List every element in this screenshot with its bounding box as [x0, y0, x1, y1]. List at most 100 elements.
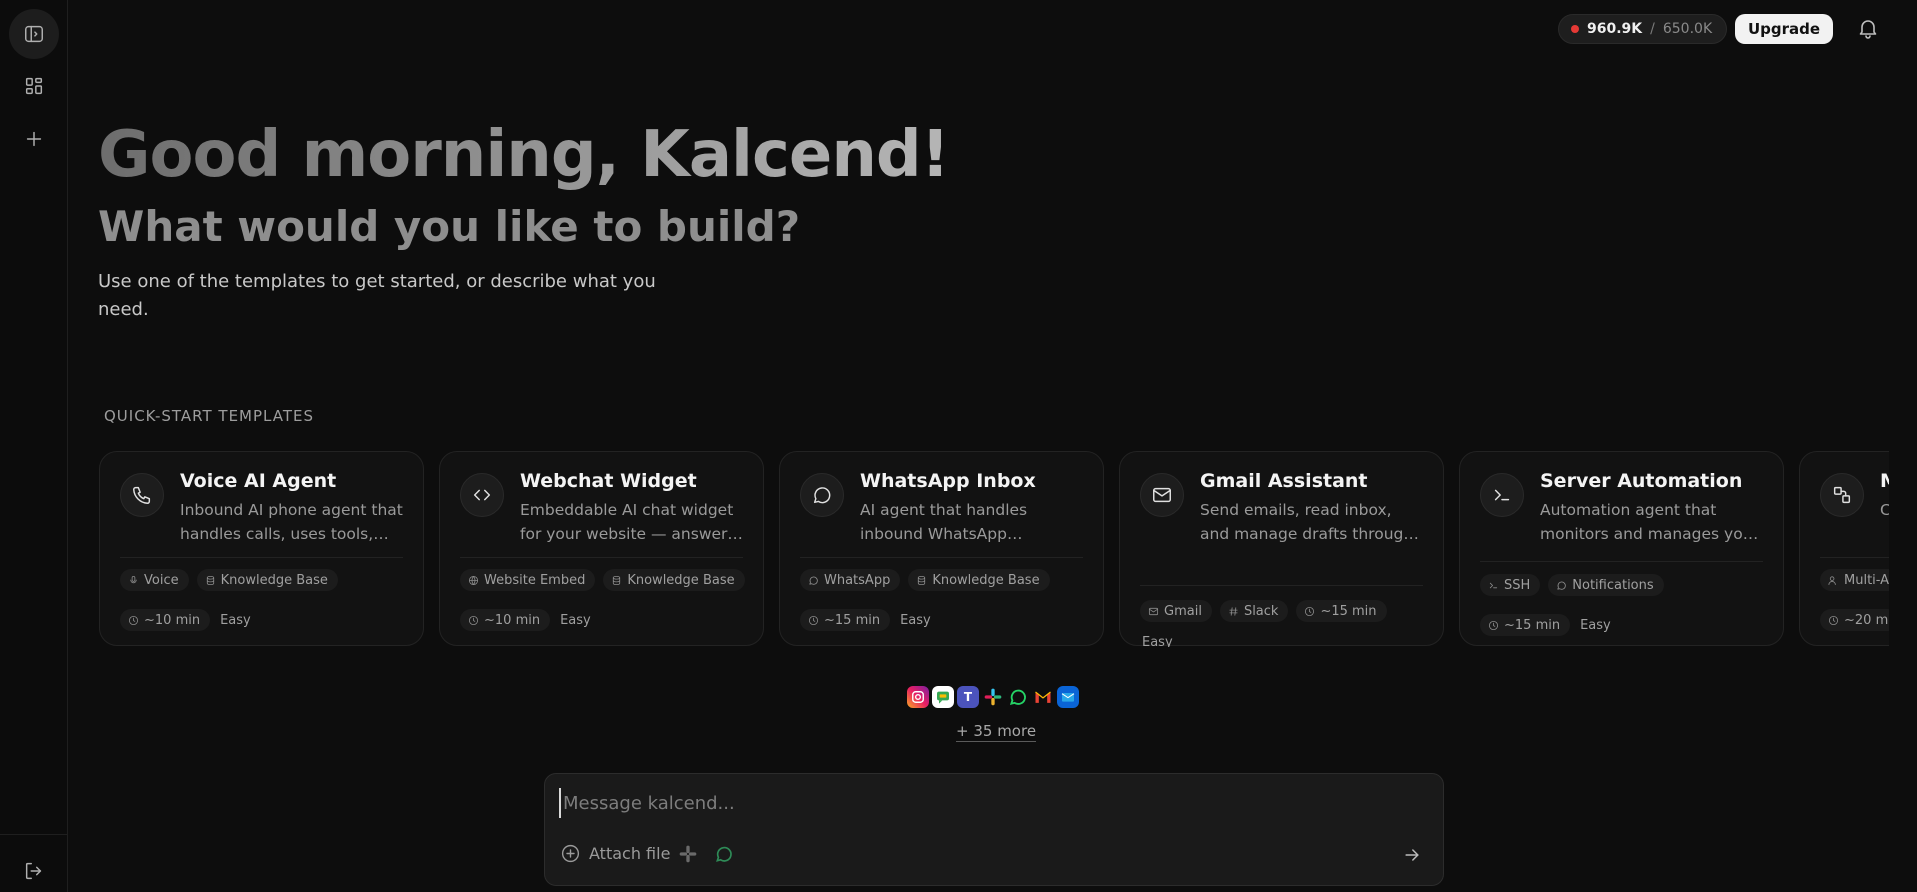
mail-icon	[1153, 487, 1171, 503]
template-card[interactable]: Voice AI Agent Inbound AI phone agent tha…	[99, 451, 424, 646]
hash-icon	[1229, 606, 1238, 616]
message-input[interactable]	[559, 788, 1419, 818]
template-card[interactable]: Gmail Assistant Send emails, read inbox, …	[1119, 451, 1444, 648]
mail-icon	[1148, 607, 1159, 615]
template-tags: SSH Notifications ~15 min Easy	[1480, 574, 1767, 636]
chat-bubble-icon	[813, 487, 831, 504]
tag-chip: Knowledge Base	[196, 569, 338, 591]
templates-section-label: QUICK-START TEMPLATES	[104, 407, 314, 425]
clock-icon	[1488, 620, 1499, 630]
tag-chip: Knowledge Base	[603, 569, 745, 591]
page-subtitle: What would you like to build?	[98, 202, 801, 251]
integrations-row: T	[907, 686, 1079, 708]
time-estimate-chip: ~10 min	[460, 609, 551, 631]
credits-badge[interactable]: 960.9K / 650.0K	[1558, 14, 1728, 44]
code-icon	[473, 489, 491, 501]
template-icon	[1480, 473, 1524, 517]
template-icon	[800, 473, 844, 517]
tag-chip: WhatsApp	[800, 569, 901, 591]
card-divider	[1140, 585, 1423, 586]
template-description: Embeddable AI chat widget for your websi…	[520, 501, 736, 543]
slack-icon[interactable]	[982, 686, 1004, 708]
teams-icon[interactable]: T	[957, 686, 979, 708]
grid-icon	[25, 77, 43, 95]
difficulty-label: Easy	[1142, 634, 1173, 648]
template-card[interactable]: Webchat Widget Embeddable AI chat widget …	[439, 451, 764, 646]
template-icon	[120, 473, 164, 517]
credits-used: 960.9K	[1587, 21, 1643, 37]
time-estimate-chip: ~15 min	[1296, 600, 1387, 622]
clock-icon	[808, 615, 819, 625]
sidebar-item-dashboard[interactable]	[9, 61, 59, 111]
database-icon	[918, 575, 926, 585]
template-title: Gmail Assistant	[1200, 470, 1368, 492]
more-integrations-link[interactable]: + 35 more	[956, 722, 1037, 742]
composer-slack-icon[interactable]	[677, 843, 699, 865]
google-chat-icon[interactable]	[932, 686, 954, 708]
arrow-right-icon	[1405, 849, 1419, 861]
terminal-icon	[1489, 582, 1498, 588]
attach-file-button[interactable]: Attach file	[560, 843, 670, 864]
time-estimate-chip: ~15 min	[800, 609, 891, 631]
sidebar	[0, 0, 68, 892]
gmail-icon[interactable]	[1032, 686, 1054, 708]
chat-bubble-icon	[1557, 581, 1567, 590]
difficulty-label: Easy	[220, 612, 251, 628]
time-estimate-chip: ~15 min	[1480, 614, 1571, 636]
composer-whatsapp-icon[interactable]	[713, 843, 735, 865]
send-button[interactable]	[1397, 840, 1427, 870]
bell-icon	[1859, 20, 1877, 39]
plus-circle-icon	[561, 844, 580, 863]
template-description: Send emails, read inbox, and manage draf…	[1200, 501, 1414, 543]
template-card[interactable]: Server Automation Automation agent that m…	[1459, 451, 1784, 646]
clock-icon	[1305, 606, 1315, 616]
card-divider	[800, 557, 1083, 558]
clock-icon	[468, 615, 479, 625]
database-icon	[206, 575, 214, 585]
template-description: Automation agent that monitors and manag…	[1540, 501, 1759, 543]
tag-chip: Website Embed	[460, 569, 596, 591]
template-title: M	[1880, 470, 1889, 492]
sidebar-item-new[interactable]	[9, 114, 59, 164]
workflow-icon	[1833, 486, 1851, 504]
users-icon	[1828, 575, 1836, 585]
tag-chip: Multi-A	[1820, 569, 1889, 591]
database-icon	[613, 575, 621, 585]
template-description: Inbound AI phone agent that handles call…	[180, 501, 403, 543]
template-title: WhatsApp Inbox	[860, 470, 1036, 492]
clock-icon	[128, 615, 139, 625]
card-divider	[460, 557, 743, 558]
template-tags: WhatsApp Knowledge Base ~15 min Easy	[800, 569, 1087, 631]
template-card[interactable]: M C m Multi-A ~20 m	[1799, 451, 1889, 646]
tag-chip: Voice	[120, 569, 189, 591]
terminal-icon	[1494, 489, 1510, 501]
template-tags: Voice Knowledge Base ~10 min Easy	[120, 569, 407, 631]
phone-icon	[133, 486, 151, 504]
message-composer: Attach file	[544, 773, 1444, 886]
sidebar-toggle-button[interactable]	[9, 9, 59, 59]
whatsapp-icon[interactable]	[1007, 686, 1029, 708]
template-card[interactable]: WhatsApp Inbox AI agent that handles inbo…	[779, 451, 1104, 646]
logout-icon	[25, 862, 42, 880]
notifications-button[interactable]	[1856, 16, 1880, 42]
templates-carousel: Voice AI Agent Inbound AI phone agent tha…	[99, 451, 1889, 647]
instagram-icon[interactable]	[907, 686, 929, 708]
greeting-heading: Good morning, Kalcend!	[98, 118, 950, 192]
plus-icon	[26, 131, 42, 147]
outlook-icon[interactable]	[1057, 686, 1079, 708]
attach-file-label: Attach file	[589, 844, 671, 863]
template-title: Voice AI Agent	[180, 470, 337, 492]
credits-limit: 650.0K	[1662, 21, 1713, 37]
time-estimate-chip: ~20 m	[1820, 609, 1889, 631]
tag-chip: Knowledge Base	[908, 569, 1050, 591]
upgrade-button[interactable]: Upgrade	[1735, 14, 1833, 44]
chat-bubble-icon	[809, 576, 818, 585]
logout-button[interactable]	[9, 846, 59, 892]
template-description: C m	[1880, 498, 1889, 522]
credits-separator: /	[1650, 21, 1655, 37]
card-divider	[1480, 561, 1763, 562]
template-title: Server Automation	[1540, 470, 1743, 492]
template-icon	[1820, 473, 1864, 517]
tag-chip: SSH	[1480, 574, 1541, 596]
mic-icon	[130, 575, 137, 583]
